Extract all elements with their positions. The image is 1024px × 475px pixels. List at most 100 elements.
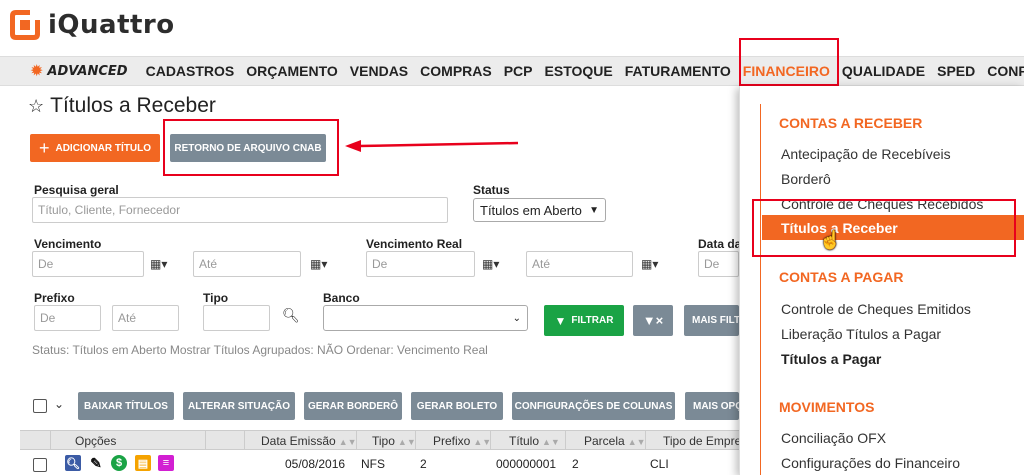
menu-item-titulos-pagar[interactable]: Títulos a Pagar <box>781 351 881 367</box>
dollar-icon[interactable]: $ <box>111 455 127 471</box>
nav-cadastros[interactable]: CADASTROS <box>146 63 235 79</box>
financeiro-highlight-box <box>739 38 839 86</box>
red-arrow-icon <box>345 140 519 152</box>
chevron-down-icon[interactable]: ⌄ <box>54 397 64 411</box>
iquattro-logo-icon <box>10 10 40 40</box>
menu-item-configuracoes[interactable]: Configurações do Financeiro <box>781 455 960 471</box>
vencimento-real-from-calendar[interactable]: ▦▾ <box>482 257 499 271</box>
column-separator <box>415 431 416 450</box>
cell-tipo-empresa: CLI <box>650 457 669 471</box>
clear-filter-button[interactable]: ▼× <box>633 305 673 336</box>
filter-button[interactable]: ▼ FILTRAR <box>544 305 624 336</box>
chevron-down-icon: ▼ <box>589 204 599 216</box>
vencimento-to-input[interactable]: Até <box>193 251 301 277</box>
vencimento-from-calendar[interactable]: ▦▾ <box>150 257 167 271</box>
calendar-icon: ▦▾ <box>310 257 328 271</box>
column-separator <box>50 431 51 450</box>
titulos-receber-highlight-box <box>752 199 1016 257</box>
nav-pcp[interactable]: PCP <box>504 63 533 79</box>
filter-button-label: FILTRAR <box>571 315 614 326</box>
sort-icon: ▲▼ <box>397 437 416 447</box>
page-title-text: Títulos a Receber <box>50 94 216 117</box>
edition-label: ADVANCED <box>47 63 128 79</box>
header-tipo-label: Tipo <box>372 434 395 448</box>
vencimento-to-calendar[interactable]: ▦▾ <box>310 257 327 271</box>
table-header: Opções Data Emissão ▲▼ Tipo ▲▼ Prefixo ▲▼ T… <box>20 430 741 450</box>
column-separator <box>356 431 357 450</box>
baixar-titulos-button[interactable]: BAIXAR TÍTULOS <box>78 392 174 420</box>
cell-parcela: 2 <box>572 457 579 471</box>
prefixo-to-input[interactable]: Até <box>112 305 179 331</box>
status-select-value: Títulos em Aberto <box>480 202 582 218</box>
config-columns-button[interactable]: CONFIGURAÇÕES DE COLUNAS <box>512 392 675 420</box>
select-all-checkbox[interactable] <box>33 399 47 413</box>
menu-item-bordero[interactable]: Borderô <box>781 171 831 187</box>
menu-item-liberacao[interactable]: Liberação Títulos a Pagar <box>781 326 941 342</box>
header-titulo[interactable]: Título ▲▼ <box>509 434 560 448</box>
prefixo-from-input[interactable]: De <box>34 305 101 331</box>
logo[interactable]: iQuattro <box>8 8 175 42</box>
header-parcela[interactable]: Parcela ▲▼ <box>584 434 646 448</box>
vencimento-real-to-calendar[interactable]: ▦▾ <box>641 257 658 271</box>
banco-select[interactable]: ⌄ <box>323 305 528 331</box>
more-filters-button[interactable]: MAIS FILT <box>684 305 740 336</box>
vencimento-from-input[interactable]: De <box>32 251 144 277</box>
favorite-star-icon[interactable]: ☆ <box>28 96 44 117</box>
vencimento-real-to-input[interactable]: Até <box>526 251 633 277</box>
menu-item-antecipacao[interactable]: Antecipação de Recebíveis <box>781 146 951 162</box>
calendar-icon: ▦▾ <box>641 257 659 271</box>
print-icon[interactable]: ▤ <box>135 455 151 471</box>
column-separator <box>565 431 566 450</box>
more-options-button[interactable]: MAIS OPÇ <box>685 392 739 420</box>
notes-icon[interactable]: ≡ <box>158 455 174 471</box>
row-checkbox[interactable] <box>33 458 47 472</box>
page-title: ☆ Títulos a Receber <box>28 94 216 118</box>
plus-icon: + <box>38 137 50 158</box>
vencimento-real-label: Vencimento Real <box>366 237 463 251</box>
data-from-input[interactable]: De <box>698 251 739 277</box>
header-data-emissao[interactable]: Data Emissão ▲▼ <box>261 434 357 448</box>
tipo-input[interactable] <box>203 305 270 331</box>
calendar-icon: ▦▾ <box>482 257 500 271</box>
nav-sped[interactable]: SPED <box>937 63 975 79</box>
nav-vendas[interactable]: VENDAS <box>350 63 408 79</box>
add-title-button[interactable]: + ADICIONAR TÍTULO <box>30 134 160 162</box>
search-input[interactable]: Título, Cliente, Fornecedor <box>32 197 448 223</box>
gerar-bordero-button[interactable]: GERAR BORDERÔ <box>304 392 402 420</box>
column-separator <box>645 431 646 450</box>
clear-filter-icon: ▼× <box>642 313 664 328</box>
header-tipo[interactable]: Tipo ▲▼ <box>372 434 416 448</box>
banco-label: Banco <box>323 291 360 305</box>
nav-conf[interactable]: CONF <box>987 63 1024 79</box>
nav-orcamento[interactable]: ORÇAMENTO <box>246 63 338 79</box>
status-label: Status <box>473 183 510 197</box>
section-contas-pagar: CONTAS A PAGAR <box>779 269 904 285</box>
menu-item-conciliacao[interactable]: Conciliação OFX <box>781 430 886 446</box>
add-title-label: ADICIONAR TÍTULO <box>55 142 152 154</box>
nav-faturamento[interactable]: FATURAMENTO <box>625 63 731 79</box>
header-prefixo[interactable]: Prefixo ▲▼ <box>433 434 491 448</box>
nav-estoque[interactable]: ESTOQUE <box>545 63 613 79</box>
gerar-boleto-button[interactable]: GERAR BOLETO <box>411 392 503 420</box>
menu-item-cheques-emitidos[interactable]: Controle de Cheques Emitidos <box>781 301 971 317</box>
vencimento-real-from-input[interactable]: De <box>366 251 475 277</box>
status-select[interactable]: Títulos em Aberto ▼ <box>473 198 606 222</box>
cell-tipo: NFS <box>361 457 385 471</box>
main-nav: ✹ ADVANCED CADASTROS ORÇAMENTO VENDAS CO… <box>0 56 1024 86</box>
nav-compras[interactable]: COMPRAS <box>420 63 492 79</box>
table-row[interactable]: 🔍︎ ✎ $ ▤ ≡ 05/08/2016 NFS 2 000000001 2 … <box>20 452 740 475</box>
section-contas-receber: CONTAS A RECEBER <box>779 115 923 131</box>
edit-pencil-icon[interactable]: ✎ <box>88 455 104 471</box>
cell-data-emissao: 05/08/2016 <box>285 457 346 471</box>
header-tipo-empresa[interactable]: Tipo de Empre <box>663 434 741 448</box>
header-titulo-label: Título <box>509 434 540 448</box>
sort-icon: ▲▼ <box>542 437 560 447</box>
view-icon[interactable]: 🔍︎ <box>65 455 81 471</box>
search-icon[interactable]: 🔍︎ <box>282 307 300 324</box>
alterar-situacao-button[interactable]: ALTERAR SITUAÇÃO <box>183 392 295 420</box>
financeiro-dropdown-menu: CONTAS A RECEBER Antecipação de Recebíve… <box>739 86 1024 475</box>
cnab-highlight-box <box>163 119 339 176</box>
header-opcoes: Opções <box>75 434 117 448</box>
nav-qualidade[interactable]: QUALIDADE <box>842 63 925 79</box>
sort-icon: ▲▼ <box>338 437 357 447</box>
